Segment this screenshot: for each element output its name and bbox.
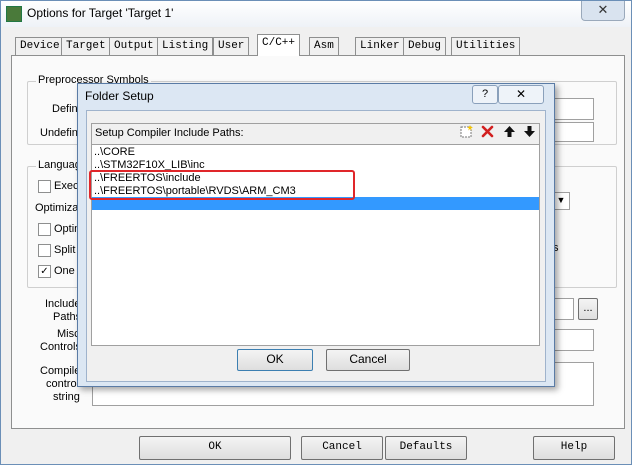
folder-setup-dialog: Folder Setup ? ✕ Setup Compiler Include … [77,83,555,387]
list-item[interactable]: ..\CORE [94,146,135,158]
dialog-title: Folder Setup [85,89,154,103]
tab-listing[interactable]: Listing [157,37,214,55]
split-label: Split [54,244,76,256]
help-button[interactable]: Help [533,436,615,460]
tab-linker[interactable]: Linker [355,37,405,55]
undefine-label: Undefin [40,127,78,139]
misc-controls-input[interactable] [552,329,594,351]
ok-button[interactable]: OK [139,436,291,460]
title-bar: Options for Target 'Target 1' ✕ [1,1,631,27]
dialog-body: Setup Compiler Include Paths: ..\CORE ..… [86,110,546,382]
cancel-button[interactable]: Cancel [301,436,383,460]
app-icon [6,6,22,22]
dialog-cancel-button[interactable]: Cancel [326,349,410,371]
move-up-icon[interactable] [500,125,518,142]
tab-c-cpp[interactable]: C/C++ [257,34,301,56]
highlight-box [89,170,355,200]
new-folder-icon[interactable] [458,125,476,142]
split-checkbox[interactable] [38,244,51,257]
dialog-help-button[interactable]: ? [472,85,498,104]
include-paths-header-label: Setup Compiler Include Paths: [95,127,244,139]
tab-user[interactable]: User [213,37,250,55]
defaults-button[interactable]: Defaults [385,436,467,460]
compiler-string-label-2: control [46,378,80,390]
misc-controls-label-2: Controls [40,341,81,353]
tab-utilities[interactable]: Utilities [451,37,521,55]
include-paths-input[interactable] [552,298,574,320]
tab-target[interactable]: Target [61,37,111,55]
compiler-string-label-3: string [53,391,80,403]
dialog-close-button[interactable]: ✕ [498,85,544,104]
language-group-label: Languag [36,159,83,171]
tab-asm[interactable]: Asm [309,37,339,55]
tab-debug[interactable]: Debug [403,37,447,55]
tab-output[interactable]: Output [109,37,159,55]
define-input[interactable] [552,98,594,120]
window-close-button[interactable]: ✕ [581,1,625,21]
move-down-icon[interactable] [520,125,538,142]
window-title: Options for Target 'Target 1' [27,6,174,20]
delete-icon[interactable] [478,125,496,142]
undefine-input[interactable] [552,122,594,142]
include-paths-browse-button[interactable]: ... [578,298,598,320]
include-paths-header: Setup Compiler Include Paths: [91,123,540,145]
optimize-checkbox[interactable] [38,223,51,236]
execute-only-checkbox[interactable] [38,180,51,193]
dialog-ok-button[interactable]: OK [237,349,313,371]
one-label: One [54,265,75,277]
define-label: Defin [52,103,78,115]
one-checkbox[interactable]: ✓ [38,265,51,278]
include-paths-label-1: Include [45,298,81,310]
execute-only-label: Exec [54,180,79,192]
tab-device[interactable]: Device [15,37,65,55]
